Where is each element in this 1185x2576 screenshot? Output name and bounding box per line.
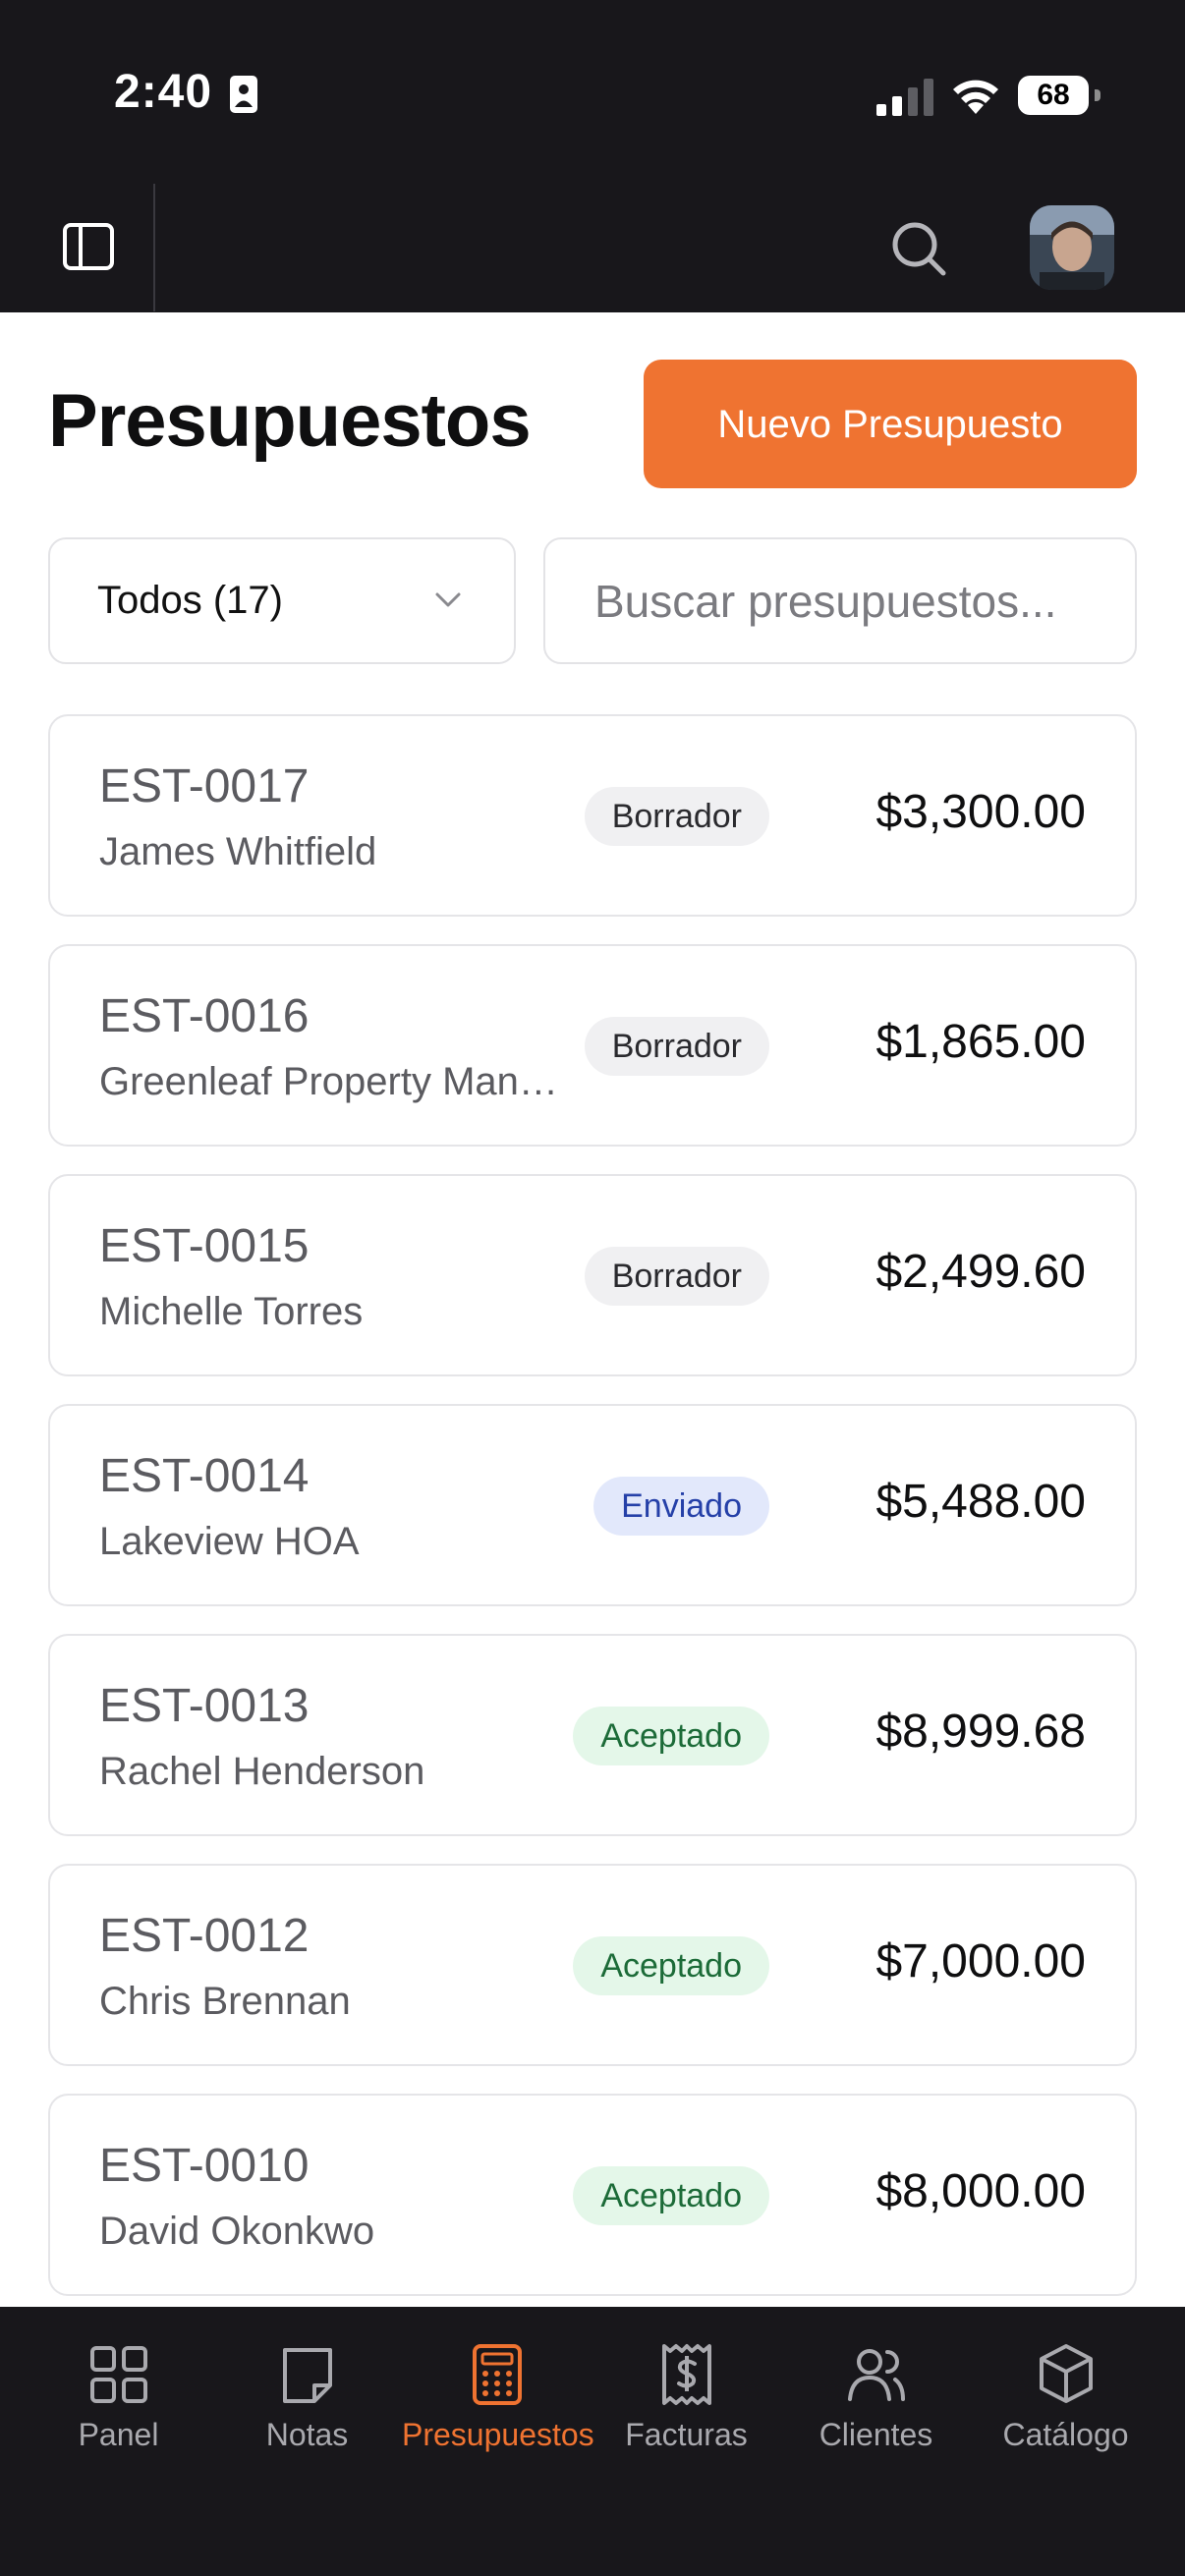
nav-label-clientes: Clientes: [818, 2417, 933, 2452]
filter-selected-value: Todos (17): [97, 579, 283, 622]
nav-label-facturas: Facturas: [625, 2417, 748, 2452]
sidebar-toggle-icon[interactable]: [61, 219, 116, 274]
nav-item-catalogo[interactable]: Catálogo: [971, 2307, 1160, 2484]
avatar-image: [1030, 205, 1114, 290]
users-icon: [848, 2349, 905, 2401]
sim-card-icon: [230, 76, 257, 113]
new-estimate-button[interactable]: Nuevo Presupuesto: [644, 360, 1137, 488]
status-badge: Borrador: [584, 787, 769, 846]
status-badge: Enviado: [593, 1477, 769, 1536]
box-icon: [1040, 2344, 1093, 2403]
estimate-id: EST-0013: [99, 1680, 310, 1732]
estimate-client: James Whitfield: [99, 830, 377, 873]
nav-item-notas[interactable]: Notas: [212, 2307, 402, 2484]
status-time: 2:40: [114, 66, 213, 118]
bottom-navigation: Panel Notas Presupuestos Facturas Client…: [0, 2307, 1185, 2576]
nav-item-facturas[interactable]: Facturas: [592, 2307, 781, 2484]
nav-item-presupuestos[interactable]: Presupuestos: [402, 2307, 594, 2484]
estimate-client: David Okonkwo: [99, 2210, 375, 2253]
nav-item-clientes[interactable]: Clientes: [781, 2307, 971, 2484]
battery-icon: 68: [1018, 76, 1100, 117]
estimates-list: EST-0017 James Whitfield Borrador $3,300…: [48, 714, 1137, 2324]
calculator-icon: [473, 2344, 522, 2405]
estimate-card[interactable]: EST-0010 David Okonkwo Aceptado $8,000.0…: [48, 2094, 1137, 2296]
estimate-id: EST-0014: [99, 1450, 310, 1502]
nav-item-panel[interactable]: Panel: [24, 2307, 213, 2484]
search-icon[interactable]: [889, 219, 948, 278]
status-bar: 2:40 68: [0, 0, 1185, 182]
estimate-id: EST-0015: [99, 1220, 310, 1272]
estimate-id: EST-0016: [99, 990, 310, 1042]
page-title: Presupuestos: [48, 379, 532, 463]
cellular-signal-icon: [876, 79, 933, 116]
note-icon: [283, 2348, 332, 2403]
estimate-card[interactable]: EST-0014 Lakeview HOA Enviado $5,488.00: [48, 1404, 1137, 1606]
estimate-amount: $2,499.60: [875, 1246, 1086, 1298]
search-input[interactable]: [543, 537, 1137, 664]
avatar[interactable]: [1030, 205, 1114, 290]
estimate-card[interactable]: EST-0012 Chris Brennan Aceptado $7,000.0…: [48, 1864, 1137, 2066]
status-badge: Aceptado: [573, 1707, 769, 1765]
estimate-amount: $3,300.00: [875, 786, 1086, 838]
estimate-amount: $1,865.00: [875, 1016, 1086, 1068]
wifi-icon: [953, 80, 998, 114]
estimate-client: Greenleaf Property Man…: [99, 1060, 558, 1103]
estimate-client: Michelle Torres: [99, 1290, 364, 1333]
estimate-amount: $8,000.00: [875, 2165, 1086, 2217]
header-divider: [153, 184, 155, 311]
nav-label-presupuestos: Presupuestos: [402, 2417, 594, 2452]
estimate-card[interactable]: EST-0017 James Whitfield Borrador $3,300…: [48, 714, 1137, 917]
status-badge: Aceptado: [573, 1936, 769, 1995]
estimate-card[interactable]: EST-0016 Greenleaf Property Man… Borrado…: [48, 944, 1137, 1147]
nav-label-panel: Panel: [78, 2417, 159, 2452]
estimate-card[interactable]: EST-0013 Rachel Henderson Aceptado $8,99…: [48, 1634, 1137, 1836]
estimate-client: Chris Brennan: [99, 1980, 351, 2023]
app-header: [0, 182, 1185, 312]
estimate-card[interactable]: EST-0015 Michelle Torres Borrador $2,499…: [48, 1174, 1137, 1376]
status-badge: Aceptado: [573, 2166, 769, 2225]
estimate-amount: $8,999.68: [875, 1706, 1086, 1758]
status-badge: Borrador: [584, 1017, 769, 1076]
status-badge: Borrador: [584, 1247, 769, 1306]
receipt-icon: [662, 2344, 711, 2405]
estimate-client: Rachel Henderson: [99, 1750, 425, 1793]
grid-icon: [90, 2346, 147, 2403]
estimate-id: EST-0012: [99, 1910, 310, 1962]
estimate-id: EST-0010: [99, 2140, 310, 2192]
chevron-down-icon: [435, 592, 461, 607]
estimate-amount: $7,000.00: [875, 1935, 1086, 1988]
estimate-amount: $5,488.00: [875, 1476, 1086, 1528]
nav-label-notas: Notas: [265, 2417, 349, 2452]
nav-label-catalogo: Catálogo: [1002, 2417, 1129, 2452]
estimate-client: Lakeview HOA: [99, 1520, 360, 1563]
battery-level: 68: [1018, 76, 1089, 115]
status-filter-select[interactable]: Todos (17): [48, 537, 516, 664]
estimate-id: EST-0017: [99, 760, 310, 812]
